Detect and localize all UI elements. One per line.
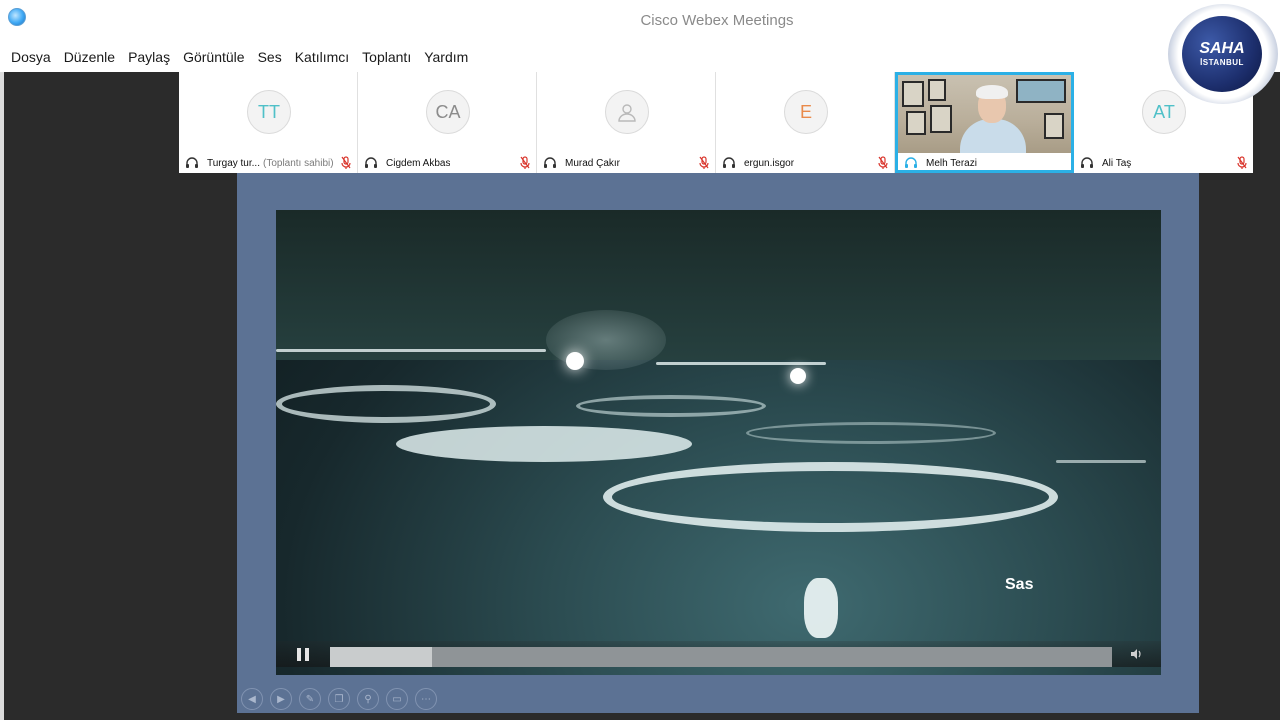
menu-toplanti[interactable]: Toplantı — [362, 49, 411, 65]
video-controls — [276, 641, 1161, 667]
participant-name: Turgay tur... — [207, 157, 260, 169]
participant-name: Melh Terazi — [926, 157, 977, 169]
menu-dosya[interactable]: Dosya — [11, 49, 51, 65]
fish-cage-ring — [603, 462, 1058, 532]
muted-mic-icon[interactable] — [1237, 156, 1247, 170]
menu-bar: Dosya Düzenle Paylaş Görüntüle Ses Katıl… — [0, 42, 1280, 72]
shore-lights — [276, 349, 546, 352]
shore-lights — [656, 362, 826, 365]
wall-frame — [928, 79, 946, 101]
light-point — [790, 368, 806, 384]
avatar: TT — [247, 90, 291, 134]
share-icon[interactable]: ▭ — [386, 688, 408, 710]
participant-tile[interactable]: E ergun.isgor — [716, 72, 895, 173]
user-icon — [618, 104, 636, 122]
light-point — [566, 352, 584, 370]
avatar: CA — [426, 90, 470, 134]
logo-text: SAHA — [1199, 40, 1245, 57]
left-edge — [0, 72, 4, 720]
fish-cage-ring — [396, 426, 692, 462]
shared-video[interactable]: Sas — [276, 210, 1161, 675]
participant-strip: TT Turgay tur... (Toplantı sahibi) CA Ci… — [179, 72, 1256, 173]
menu-ses[interactable]: Ses — [258, 49, 282, 65]
seek-progress — [330, 647, 432, 667]
wall-frame — [930, 105, 952, 133]
participant-tile[interactable]: TT Turgay tur... (Toplantı sahibi) — [179, 72, 358, 173]
participant-tile-active-speaker[interactable]: Melh Terazi — [895, 72, 1074, 173]
wall-frame — [902, 81, 924, 107]
avatar: AT — [1142, 90, 1186, 134]
volume-icon[interactable] — [1129, 647, 1143, 661]
participant-tile[interactable]: CA Cigdem Akbas — [358, 72, 537, 173]
fish-cage-ring — [276, 385, 496, 423]
participant-video — [898, 75, 1071, 153]
next-icon[interactable]: ▶ — [270, 688, 292, 710]
logo-subtext: İSTANBUL — [1200, 58, 1244, 67]
menu-goruntule[interactable]: Görüntüle — [183, 49, 244, 65]
saha-istanbul-logo: SAHA İSTANBUL — [1168, 4, 1278, 104]
pause-button[interactable] — [290, 644, 316, 664]
speaker-body — [960, 119, 1026, 153]
fog-glow — [546, 310, 666, 370]
menu-katilimci[interactable]: Katılımcı — [295, 49, 349, 65]
previous-icon[interactable]: ◀ — [241, 688, 263, 710]
night-sky — [276, 210, 1161, 360]
participant-tile[interactable]: Murad Çakır — [537, 72, 716, 173]
muted-mic-icon[interactable] — [341, 156, 351, 170]
headset-icon — [544, 157, 556, 168]
window-title: Cisco Webex Meetings — [640, 12, 794, 29]
headset-icon — [905, 157, 917, 168]
avatar — [605, 90, 649, 134]
fish-cage-ring — [746, 422, 996, 444]
speaker-hair — [976, 85, 1008, 99]
zoom-icon[interactable]: ⚲ — [357, 688, 379, 710]
headset-icon — [186, 157, 198, 168]
muted-mic-icon[interactable] — [878, 156, 888, 170]
fish-cage-ring — [576, 395, 766, 417]
pen-icon[interactable]: ✎ — [299, 688, 321, 710]
muted-mic-icon[interactable] — [520, 156, 530, 170]
headset-icon — [1081, 157, 1093, 168]
participant-name: Murad Çakır — [565, 157, 621, 169]
buoy-light — [804, 578, 838, 638]
headset-icon — [723, 157, 735, 168]
muted-mic-icon[interactable] — [699, 156, 709, 170]
wall-frame — [1016, 79, 1066, 103]
more-icon[interactable]: ⋯ — [415, 688, 437, 710]
title-bar: Cisco Webex Meetings — [0, 0, 1280, 42]
participant-name: ergun.isgor — [744, 157, 795, 169]
video-caption: Sas — [1005, 576, 1034, 593]
host-tag: (Toplantı sahibi) — [262, 157, 334, 169]
menu-duzenle[interactable]: Düzenle — [64, 49, 115, 65]
menu-yardim[interactable]: Yardım — [424, 49, 468, 65]
participant-name: Ali Taş — [1102, 157, 1132, 169]
participant-name: Cigdem Akbas — [386, 157, 451, 169]
pages-icon[interactable]: ❐ — [328, 688, 350, 710]
seek-bar[interactable] — [330, 647, 1112, 667]
headset-icon — [365, 157, 377, 168]
water-reflection — [1056, 460, 1146, 463]
menu-paylas[interactable]: Paylaş — [128, 49, 170, 65]
wall-frame — [906, 111, 926, 135]
wall-frame — [1044, 113, 1064, 139]
annotation-toolbar: ◀ ▶ ✎ ❐ ⚲ ▭ ⋯ — [241, 688, 444, 710]
avatar: E — [784, 90, 828, 134]
